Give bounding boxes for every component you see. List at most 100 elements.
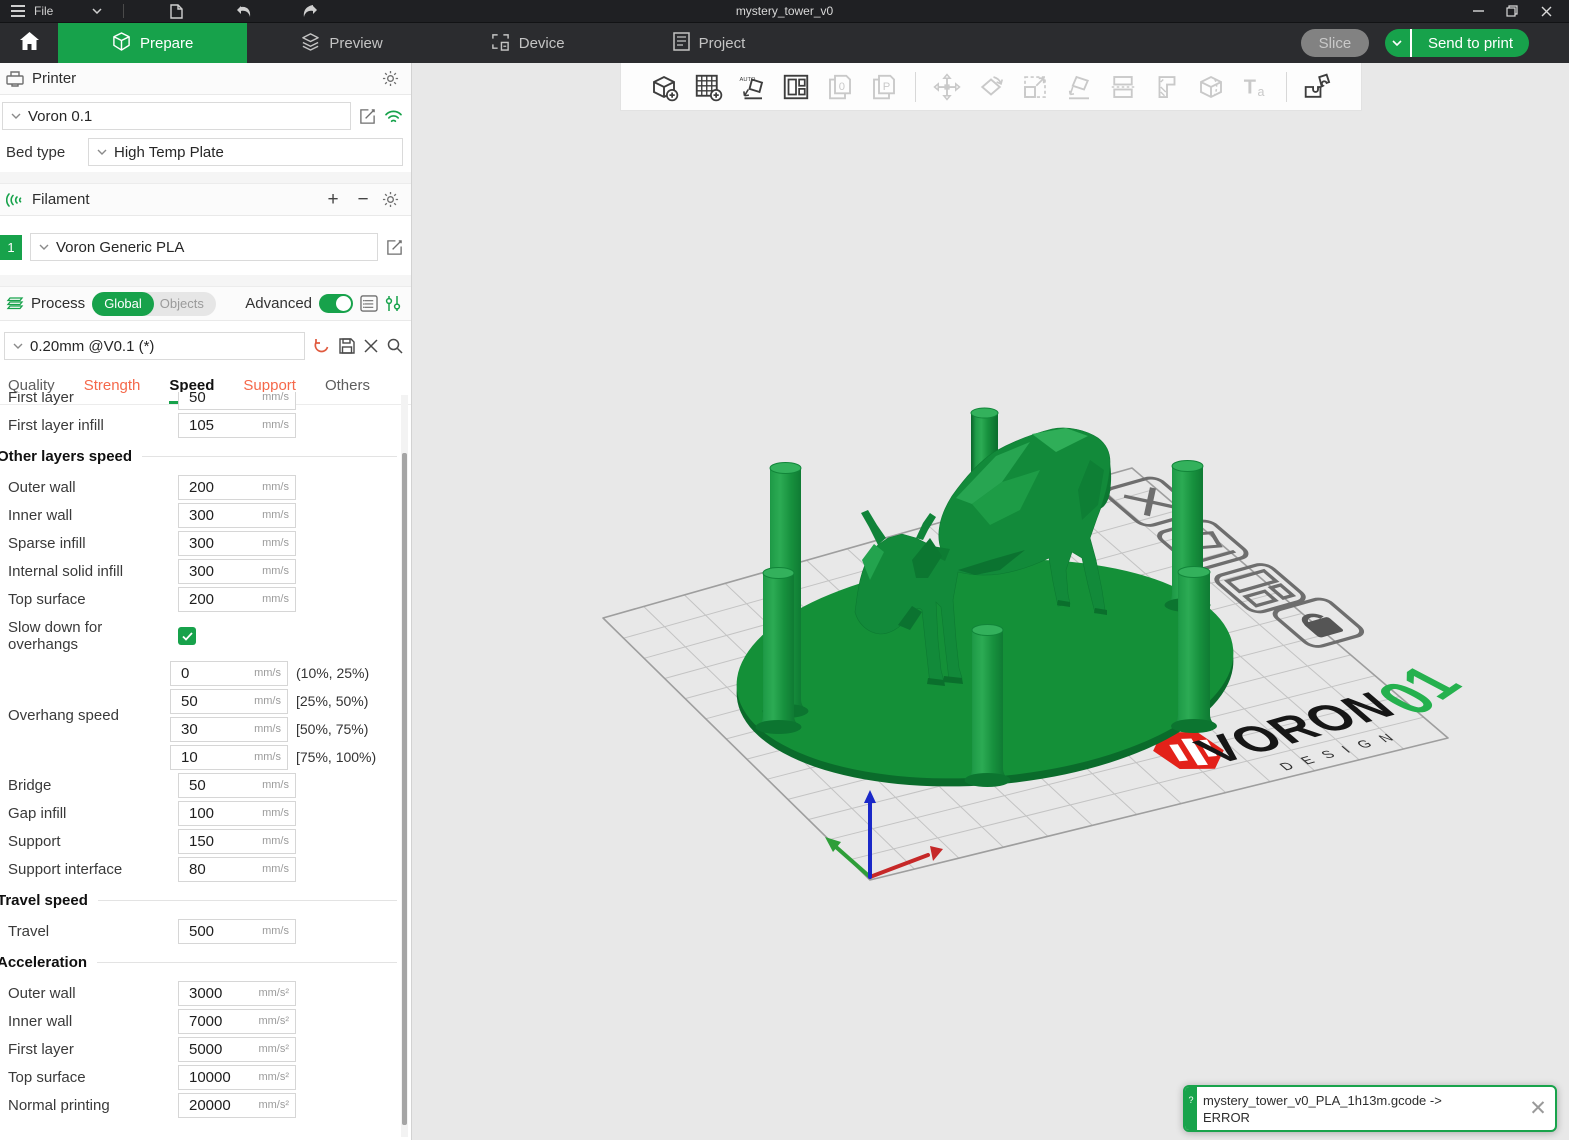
setting-value[interactable]: 200 — [189, 479, 214, 496]
tab-device[interactable]: Device — [437, 23, 619, 63]
setting-input[interactable]: 20000mm/s² — [178, 1093, 296, 1118]
printer-settings-gear-icon[interactable] — [382, 70, 399, 87]
tab-project[interactable]: Project — [619, 23, 800, 63]
viewport-3d[interactable]: VORON D E S I G N 01 — [412, 63, 1569, 1140]
build-plate-scene[interactable]: VORON D E S I G N 01 — [412, 63, 1569, 1140]
filament-select[interactable]: Voron Generic PLA — [30, 233, 378, 261]
setting-value[interactable]: 5000 — [189, 1041, 222, 1058]
add-plate-icon[interactable] — [690, 69, 726, 105]
edit-printer-icon[interactable] — [359, 108, 376, 125]
tab-prepare[interactable]: Prepare — [58, 23, 247, 63]
settings-scrollbar[interactable] — [401, 395, 408, 1137]
setting-input[interactable]: 105mm/s — [178, 413, 296, 438]
send-options-chevron-icon[interactable] — [1385, 29, 1412, 57]
setting-input[interactable]: 300mm/s — [178, 559, 296, 584]
rotate-icon[interactable] — [973, 69, 1009, 105]
process-scope-segment[interactable]: Global Objects — [92, 292, 216, 316]
text-tool-icon[interactable]: Ta — [1237, 69, 1273, 105]
setting-input[interactable]: 300mm/s — [178, 503, 296, 528]
toast-close-icon[interactable]: ✕ — [1521, 1087, 1555, 1130]
paste-icon[interactable]: P — [866, 69, 902, 105]
setting-value[interactable]: 300 — [189, 535, 214, 552]
send-to-print-combo[interactable]: Send to print — [1385, 29, 1529, 57]
assembly-icon[interactable] — [1300, 69, 1336, 105]
setting-value[interactable]: 50 — [189, 777, 206, 794]
setting-input[interactable]: 30mm/s — [170, 717, 288, 742]
chevron-down-icon[interactable] — [87, 2, 107, 20]
setting-input[interactable]: 10000mm/s² — [178, 1065, 296, 1090]
setting-value[interactable]: 300 — [189, 563, 214, 580]
add-filament-button[interactable]: + — [322, 189, 344, 211]
edit-filament-icon[interactable] — [386, 239, 403, 256]
scrollbar-thumb[interactable] — [402, 453, 407, 1125]
scope-global[interactable]: Global — [92, 292, 154, 316]
parameter-list-icon[interactable] — [360, 295, 378, 312]
hamburger-menu-icon[interactable] — [8, 2, 28, 20]
setting-input[interactable]: 100mm/s — [178, 801, 296, 826]
filament-slot-badge[interactable]: 1 — [0, 235, 22, 260]
setting-value[interactable]: 50 — [189, 392, 206, 406]
support-paint-icon[interactable] — [1149, 69, 1185, 105]
setting-value[interactable]: 200 — [189, 591, 214, 608]
maximize-button[interactable] — [1499, 2, 1525, 20]
setting-input[interactable]: 50mm/s — [178, 773, 296, 798]
setting-value[interactable]: 20000 — [189, 1097, 231, 1114]
lay-on-face-icon[interactable] — [1061, 69, 1097, 105]
slow-down-overhangs-checkbox[interactable] — [178, 627, 196, 645]
setting-input[interactable]: 200mm/s — [178, 587, 296, 612]
setting-input[interactable]: 150mm/s — [178, 829, 296, 854]
setting-input[interactable]: 7000mm/s² — [178, 1009, 296, 1034]
scale-icon[interactable] — [1017, 69, 1053, 105]
setting-value[interactable]: 10000 — [189, 1069, 231, 1086]
new-project-icon[interactable] — [166, 2, 186, 20]
setting-value[interactable]: 80 — [189, 861, 206, 878]
setting-input[interactable]: 3000mm/s² — [178, 981, 296, 1006]
setting-input[interactable]: 10mm/s — [170, 745, 288, 770]
save-preset-icon[interactable] — [339, 338, 355, 354]
settings-list[interactable]: First layer 50mm/s First layer infill 10… — [0, 392, 399, 1140]
printer-connection-wifi-icon[interactable] — [384, 109, 403, 124]
setting-input[interactable]: 5000mm/s² — [178, 1037, 296, 1062]
setting-input[interactable]: 500mm/s — [178, 919, 296, 944]
scope-objects[interactable]: Objects — [154, 296, 216, 311]
send-to-print-button[interactable]: Send to print — [1412, 35, 1529, 52]
setting-input[interactable]: 50mm/s — [170, 689, 288, 714]
printer-select[interactable]: Voron 0.1 — [2, 102, 351, 130]
setting-input[interactable]: 80mm/s — [178, 857, 296, 882]
undo-icon[interactable] — [234, 2, 254, 20]
remove-filament-button[interactable]: − — [352, 189, 374, 211]
advanced-toggle[interactable] — [319, 294, 353, 313]
filament-settings-gear-icon[interactable] — [382, 191, 399, 208]
setting-input[interactable]: 200mm/s — [178, 475, 296, 500]
process-preset-select[interactable]: 0.20mm @V0.1 (*) — [4, 332, 305, 360]
tune-parameters-icon[interactable] — [385, 295, 401, 312]
auto-orient-icon[interactable]: AUTO — [734, 69, 770, 105]
setting-input[interactable]: 0mm/s — [170, 661, 288, 686]
search-icon[interactable] — [387, 338, 403, 354]
cut-icon[interactable] — [1105, 69, 1141, 105]
setting-value[interactable]: 7000 — [189, 1013, 222, 1030]
setting-value[interactable]: 3000 — [189, 985, 222, 1002]
arrange-icon[interactable] — [778, 69, 814, 105]
setting-value[interactable]: 105 — [189, 417, 214, 434]
setting-input[interactable]: 300mm/s — [178, 531, 296, 556]
tab-preview[interactable]: Preview — [247, 23, 436, 63]
setting-input[interactable]: 50mm/s — [178, 392, 296, 410]
add-object-icon[interactable] — [646, 69, 682, 105]
minimize-button[interactable] — [1465, 2, 1491, 20]
setting-value[interactable]: 100 — [189, 805, 214, 822]
bed-type-select[interactable]: High Temp Plate — [88, 138, 403, 166]
copy-icon[interactable]: 0 — [822, 69, 858, 105]
slice-button[interactable]: Slice — [1301, 29, 1369, 57]
setting-value[interactable]: 150 — [189, 833, 214, 850]
close-button[interactable] — [1533, 2, 1559, 20]
reset-preset-icon[interactable] — [313, 338, 330, 354]
mesh-boolean-icon[interactable] — [1193, 69, 1229, 105]
setting-value[interactable]: 500 — [189, 923, 214, 940]
file-menu[interactable]: File — [34, 4, 53, 18]
home-button[interactable] — [0, 23, 58, 63]
redo-icon[interactable] — [300, 2, 320, 20]
setting-value[interactable]: 300 — [189, 507, 214, 524]
move-icon[interactable] — [929, 69, 965, 105]
clear-preset-icon[interactable] — [364, 339, 378, 353]
